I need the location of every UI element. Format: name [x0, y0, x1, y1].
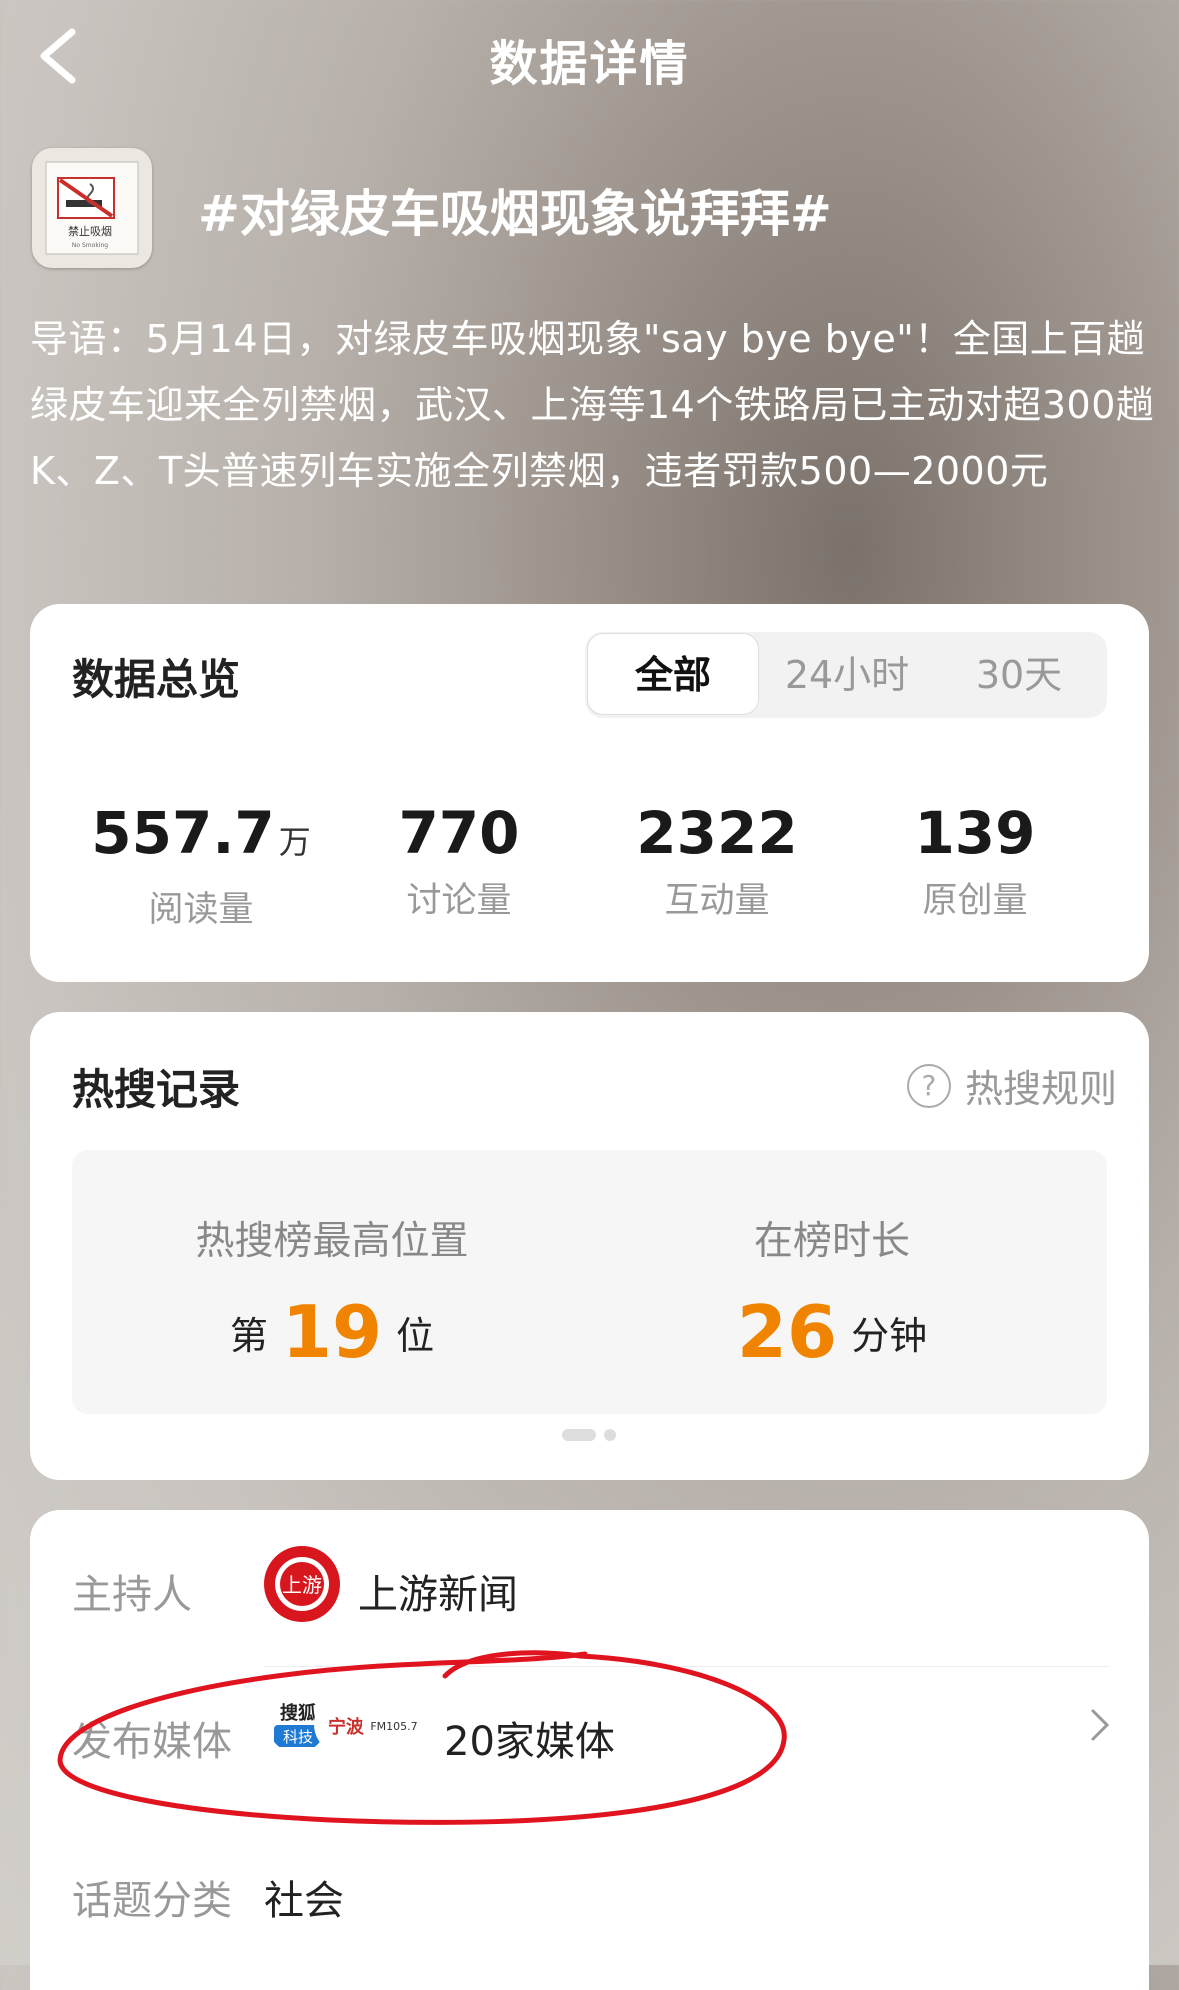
duration-label: 在榜时长: [753, 1219, 910, 1264]
stat-label: 原创量: [922, 881, 1028, 921]
host-name: 上游新闻: [358, 1572, 518, 1618]
stat-originals: 139 原创量: [846, 800, 1104, 923]
media-label: 发布媒体: [72, 1719, 232, 1765]
chevron-right-icon: [1087, 1703, 1113, 1758]
page-dot-active: [562, 1429, 596, 1441]
question-icon: ?: [906, 1063, 951, 1108]
tab-24h[interactable]: 24小时: [761, 632, 933, 718]
topic-intro: 导语：5月14日，对绿皮车吸烟现象"say bye bye"！全国上百趟绿皮车迎…: [30, 317, 1155, 493]
tab-30d[interactable]: 30天: [933, 632, 1105, 718]
svg-text:搜狐: 搜狐: [280, 1702, 316, 1724]
topic-title: #对绿皮车吸烟现象说拜拜#: [198, 185, 832, 243]
overview-card: 数据总览 全部 24小时 30天 557.7 万 阅读量 770 讨论量 2322…: [30, 604, 1149, 982]
category-label: 话题分类: [72, 1878, 232, 1924]
hot-search-card: 热搜记录 ? 热搜规则 热搜榜最高位置 第 19 位 在榜时长 26 分钟: [30, 1012, 1149, 1480]
header-bar: 数据详情: [0, 0, 1179, 112]
info-card: 主持人 上游 上游新闻 发布媒体 搜狐 科技 宁波 FM105.7 20家媒体 …: [30, 1510, 1149, 1990]
stat-discussions: 770 讨论量: [330, 800, 588, 923]
tab-all[interactable]: 全部: [587, 633, 759, 715]
overview-title: 数据总览: [72, 655, 241, 704]
highest-rank-label: 热搜榜最高位置: [195, 1219, 469, 1264]
stat-interactions: 2322 互动量: [588, 800, 846, 923]
media-row[interactable]: 发布媒体 搜狐 科技 宁波 FM105.7 20家媒体: [30, 1667, 1149, 1807]
hot-search-stats: 热搜榜最高位置 第 19 位 在榜时长 26 分钟: [72, 1150, 1107, 1414]
time-range-tabs: 全部 24小时 30天: [585, 632, 1107, 718]
svg-text:宁波: 宁波: [328, 1716, 365, 1738]
stat-reads: 557.7 万 阅读量: [72, 800, 330, 932]
stat-label: 阅读量: [148, 890, 254, 930]
category-value: 社会: [264, 1878, 344, 1924]
fm-radio-logo: FM105.7: [362, 1693, 424, 1755]
svg-text:上游: 上游: [282, 1573, 322, 1597]
page-title: 数据详情: [489, 36, 690, 92]
media-count: 20家媒体: [444, 1719, 615, 1765]
page-dot: [604, 1429, 616, 1441]
svg-text:科技: 科技: [283, 1728, 313, 1746]
stat-value: 2322: [636, 799, 798, 867]
host-row[interactable]: 主持人 上游 上游新闻: [30, 1510, 1149, 1666]
svg-text:禁止吸烟: 禁止吸烟: [68, 224, 112, 238]
rules-label: 热搜规则: [964, 1067, 1117, 1111]
hot-search-rules-link[interactable]: ? 热搜规则: [906, 1058, 1117, 1113]
stat-value: 770: [398, 799, 520, 867]
no-smoking-icon: 禁止吸烟 No Smoking: [32, 148, 152, 268]
hot-search-title: 热搜记录: [72, 1065, 241, 1114]
stat-label: 互动量: [664, 881, 770, 921]
stat-value: 557.7 万: [91, 799, 311, 867]
stat-label: 讨论量: [406, 881, 512, 921]
host-label: 主持人: [72, 1572, 192, 1618]
highest-rank-value: 第 19 位: [229, 1290, 435, 1374]
svg-text:FM105.7: FM105.7: [370, 1720, 417, 1733]
stat-value: 139: [914, 799, 1036, 867]
category-row: 话题分类 社会: [30, 1828, 1149, 1958]
host-logo: 上游: [264, 1546, 340, 1622]
page-indicator: [562, 1426, 624, 1445]
duration-value: 26 分钟: [736, 1290, 928, 1374]
svg-text:No Smoking: No Smoking: [72, 242, 108, 249]
